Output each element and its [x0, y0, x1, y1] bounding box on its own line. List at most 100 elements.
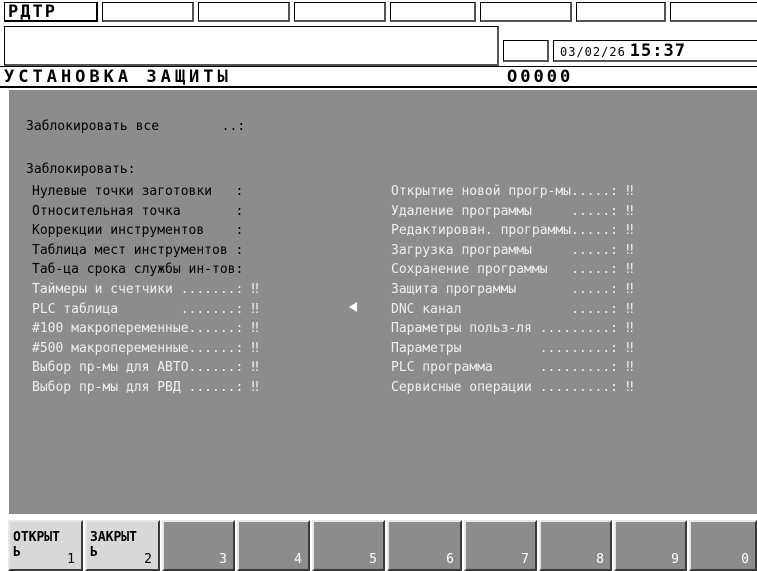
setting-label: #100 макропеременные......:	[32, 321, 244, 337]
right-setting-row[interactable]: Сервисные операции .........: ‼	[391, 380, 634, 396]
left-setting-row[interactable]: #500 макропеременные......: ‼	[32, 341, 259, 357]
clock: 03/02/26 15:37	[553, 40, 757, 62]
softkey-1-button[interactable]: ОТКРЫТ Ь 1	[8, 520, 83, 571]
program-number: O0000	[507, 67, 574, 87]
right-setting-row[interactable]: Сохранение программы .....: ‼	[391, 262, 634, 278]
softkey-5-button[interactable]: 5	[312, 520, 385, 571]
softkey-4-button[interactable]: 4	[237, 520, 310, 571]
setting-value: ‼	[625, 223, 634, 239]
left-setting-row[interactable]: Относительная точка :	[32, 204, 243, 220]
softkey-9-button[interactable]: 9	[614, 520, 687, 571]
left-setting-row[interactable]: Выбор пр-мы для АВТО......: ‼	[32, 360, 259, 376]
softkey-label: ЗАКРЫТ Ь	[90, 530, 137, 560]
mode-bar: РДТР	[0, 0, 757, 24]
setting-value: ‼	[251, 321, 259, 337]
softkey-number: 1	[67, 552, 75, 567]
setting-value: ‼	[625, 242, 634, 258]
setting-label: Защита программы .....:	[391, 282, 618, 297]
setting-value: ‼	[625, 262, 634, 278]
softkey-0-button[interactable]: 0	[689, 520, 757, 571]
softkey-8-button[interactable]: 8	[539, 520, 612, 571]
setting-label: Редактирован. программы.....:	[391, 223, 618, 239]
status-cell-5	[480, 2, 572, 22]
setting-value: ‼	[625, 184, 634, 199]
softkey-number: 9	[671, 552, 679, 567]
right-setting-row[interactable]: Редактирован. программы.....: ‼	[391, 223, 634, 239]
left-setting-row[interactable]: Таблица мест инструментов :	[32, 243, 243, 259]
setting-label: Параметры .........:	[391, 340, 618, 356]
right-setting-row[interactable]: Защита программы .....: ‼	[391, 282, 634, 298]
setting-label: Удаление программы .....:	[391, 203, 618, 219]
status-cell-7	[670, 2, 757, 22]
info-bar: 03/02/26 15:37	[0, 26, 757, 66]
status-cell-2	[198, 2, 290, 22]
right-setting-row[interactable]: DNC канал .....: ‼	[391, 302, 634, 318]
protection-settings-panel: Заблокировать все ..: Заблокировать: Нул…	[9, 90, 757, 514]
time-display: 15:37	[629, 41, 686, 61]
screen-title: УСТАНОВКА ЗАЩИТЫ	[4, 67, 232, 87]
left-setting-row[interactable]: Таб-ца срока службы ин-тов:	[32, 262, 243, 278]
left-setting-row[interactable]: Нулевые точки заготовки :	[32, 184, 243, 200]
softkey-6-button[interactable]: 6	[387, 520, 462, 571]
setting-value: ‼	[251, 282, 259, 297]
right-setting-row[interactable]: Удаление программы .....: ‼	[391, 204, 634, 220]
setting-value: ‼	[625, 203, 634, 219]
setting-label: Параметры польз-ля .........:	[391, 321, 618, 337]
setting-label: Таймеры и счетчики .......:	[32, 282, 244, 297]
date-display: 03/02/26	[560, 45, 626, 59]
status-field	[503, 40, 549, 62]
setting-label: Выбор пр-мы для АВТО......:	[32, 360, 244, 376]
right-setting-row[interactable]: PLC программа .........: ‼	[391, 360, 634, 376]
softkey-label: ОТКРЫТ Ь	[13, 530, 60, 560]
setting-value: ‼	[625, 340, 634, 356]
message-field	[4, 26, 499, 66]
setting-label: PLC программа .........:	[391, 360, 618, 376]
setting-label: Нулевые точки заготовки :	[32, 184, 244, 199]
softkey-number: 8	[596, 552, 604, 567]
setting-label: #500 макропеременные......:	[32, 340, 244, 356]
mode-indicator: РДТР	[4, 2, 98, 22]
setting-value: ‼	[625, 282, 634, 297]
setting-label: PLC таблица .......:	[32, 301, 244, 317]
setting-label: Сервисные операции .........:	[391, 380, 618, 395]
left-setting-row[interactable]: #100 макропеременные......: ‼	[32, 321, 259, 337]
right-setting-row[interactable]: Открытие новой прогр-мы.....: ‼	[391, 184, 634, 200]
softkey-number: 3	[219, 552, 227, 567]
setting-label: Загрузка программы .....:	[391, 242, 618, 258]
setting-value: ‼	[625, 380, 634, 395]
setting-label: Относительная точка :	[32, 203, 244, 219]
setting-label: Сохранение программы .....:	[391, 262, 618, 278]
status-cell-3	[294, 2, 386, 22]
softkey-bar: ОТКРЫТ Ь 1 ЗАКРЫТ Ь 2 3 4 5 6 7 8 9 0	[0, 516, 757, 571]
status-cell-4	[390, 2, 476, 22]
softkey-7-button[interactable]: 7	[464, 520, 537, 571]
left-setting-row[interactable]: Коррекции инструментов :	[32, 223, 243, 239]
softkey-2-button[interactable]: ЗАКРЫТ Ь 2	[85, 520, 160, 571]
softkey-number: 0	[741, 552, 749, 567]
left-setting-row[interactable]: Выбор пр-мы для РВД ......: ‼	[32, 380, 259, 396]
section-label: Заблокировать:	[26, 162, 136, 177]
setting-label: Таб-ца срока службы ин-тов:	[32, 262, 244, 278]
left-triangle-cursor-icon	[349, 302, 357, 312]
setting-label: Коррекции инструментов :	[32, 223, 244, 239]
right-setting-row[interactable]: Загрузка программы .....: ‼	[391, 243, 634, 259]
left-setting-row[interactable]: PLC таблица .......: ‼	[32, 302, 259, 318]
setting-value: ‼	[251, 380, 259, 395]
right-setting-row[interactable]: Параметры .........: ‼	[391, 341, 634, 357]
setting-label: Открытие новой прогр-мы.....:	[391, 184, 618, 199]
left-setting-row[interactable]: Таймеры и счетчики .......: ‼	[32, 282, 259, 298]
softkey-number: 7	[521, 552, 529, 567]
lock-all-setting[interactable]: Заблокировать все ..:	[26, 119, 245, 135]
softkey-number: 2	[144, 552, 152, 567]
softkey-number: 4	[294, 552, 302, 567]
setting-value: ‼	[251, 360, 259, 376]
setting-label: Выбор пр-мы для РВД ......:	[32, 380, 244, 395]
status-cell-1	[102, 2, 194, 22]
setting-value: ‼	[625, 321, 634, 337]
setting-value: ‼	[251, 340, 259, 356]
softkey-3-button[interactable]: 3	[162, 520, 235, 571]
status-cell-6	[576, 2, 666, 22]
softkey-number: 6	[446, 552, 454, 567]
setting-value: ‼	[625, 301, 634, 317]
right-setting-row[interactable]: Параметры польз-ля .........: ‼	[391, 321, 634, 337]
